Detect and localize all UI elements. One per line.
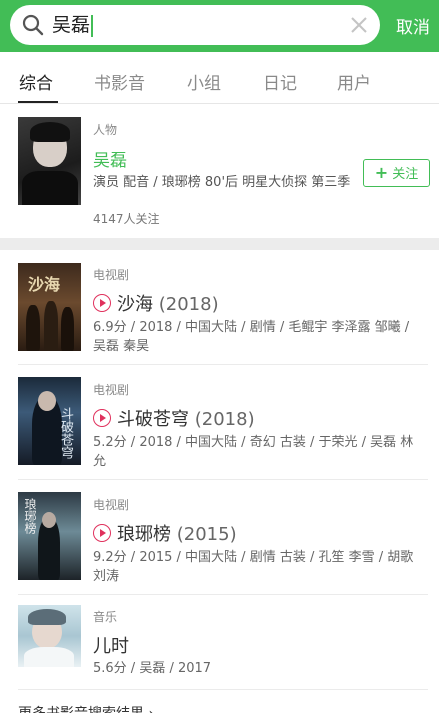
play-icon <box>93 524 111 542</box>
result-meta: 5.6分 / 吴磊 / 2017 <box>93 661 212 676</box>
result-meta: 5.2分 / 2018 / 中国大陆 / 奇幻 古装 / 于荣光 / 吴磊 林允 <box>93 435 414 469</box>
result-meta: 9.2分 / 2015 / 中国大陆 / 剧情 古装 / 孔笙 李雪 / 胡歌 … <box>93 550 414 584</box>
tab-diary[interactable]: 日记 <box>263 69 297 94</box>
search-bar: 吴磊 取消 <box>0 0 439 52</box>
follow-label: 关注 <box>392 167 419 182</box>
follow-button[interactable]: + 关注 <box>363 159 430 187</box>
result-meta: 6.9分 / 2018 / 中国大陆 / 剧情 / 毛鲲宇 李泽露 邹曦 / 吴… <box>93 320 410 354</box>
active-tab-indicator <box>18 101 58 103</box>
person-name[interactable]: 吴磊 <box>93 146 127 171</box>
person-result[interactable]: 人物 吴磊 演员 配音 / 琅琊榜 80'后 明星大侦探 第三季 4147人关注… <box>0 105 439 238</box>
section-divider <box>0 238 439 250</box>
album-cover[interactable] <box>18 605 81 667</box>
result-category: 电视剧 <box>93 498 130 512</box>
tab-users[interactable]: 用户 <box>337 69 371 94</box>
search-icon <box>22 14 44 36</box>
tab-groups[interactable]: 小组 <box>187 69 221 94</box>
result-category: 电视剧 <box>93 383 130 397</box>
result-category: 电视剧 <box>93 268 130 282</box>
list-item[interactable]: 斗破苍穹 电视剧 斗破苍穹 (2018) 5.2分 / 2018 / 中国大陆 … <box>0 365 439 480</box>
tab-books-movies-music[interactable]: 书影音 <box>94 69 145 94</box>
cancel-button[interactable]: 取消 <box>396 13 430 38</box>
person-photo[interactable] <box>18 117 81 205</box>
list-item[interactable]: 沙海 电视剧 沙海 (2018) 6.9分 / 2018 / 中国大陆 / 剧情… <box>0 250 439 365</box>
poster-image[interactable]: 沙海 <box>18 263 81 351</box>
person-description: 演员 配音 / 琅琊榜 80'后 明星大侦探 第三季 <box>93 175 351 190</box>
result-title[interactable]: 儿时 <box>93 632 129 658</box>
search-input[interactable]: 吴磊 <box>52 13 94 37</box>
play-icon <box>93 294 111 312</box>
poster-image[interactable]: 斗破苍穹 <box>18 377 81 465</box>
result-title[interactable]: 琅琊榜 (2015) <box>93 520 237 546</box>
result-category: 音乐 <box>93 610 118 624</box>
text-caret <box>91 14 94 37</box>
plus-icon: + <box>374 163 389 182</box>
search-box[interactable]: 吴磊 <box>10 5 380 45</box>
result-title[interactable]: 斗破苍穹 (2018) <box>93 405 255 431</box>
tab-overall[interactable]: 综合 <box>19 69 53 94</box>
tab-bar: 综合 书影音 小组 日记 用户 <box>0 52 439 104</box>
play-icon <box>93 409 111 427</box>
more-results-link[interactable]: 更多书影音搜索结果 › <box>18 703 154 713</box>
clear-icon[interactable] <box>350 16 368 34</box>
list-item[interactable]: 琅琊榜 电视剧 琅琊榜 (2015) 9.2分 / 2015 / 中国大陆 / … <box>0 480 439 595</box>
person-followers: 4147人关注 <box>93 212 160 226</box>
person-category: 人物 <box>93 123 118 137</box>
search-query: 吴磊 <box>52 14 91 36</box>
result-title[interactable]: 沙海 (2018) <box>93 290 219 316</box>
poster-image[interactable]: 琅琊榜 <box>18 492 81 580</box>
list-item[interactable]: 音乐 儿时 5.6分 / 吴磊 / 2017 <box>0 595 439 690</box>
